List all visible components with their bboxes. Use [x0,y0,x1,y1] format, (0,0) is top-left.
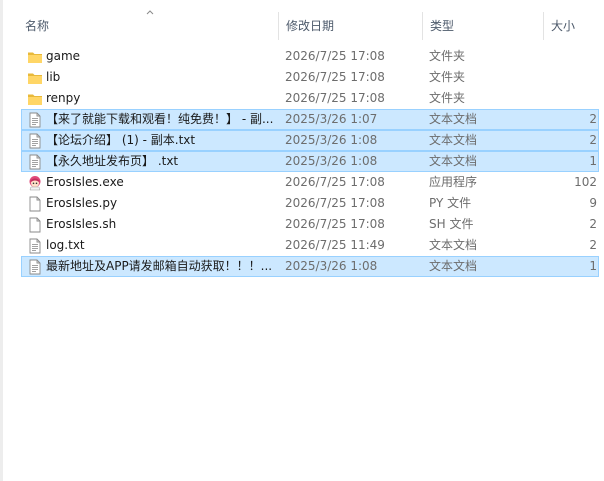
file-name: 【来了就能下载和观看！纯免费！】 - 副... [46,112,274,126]
blank-file-icon [27,217,43,233]
file-size [542,68,597,87]
folder-icon [27,70,43,86]
file-type: PY 文件 [429,196,472,210]
file-row[interactable]: ErosIsles.sh 2026/7/25 17:08 SH 文件 2 [21,214,599,235]
file-name: ErosIsles.sh [46,217,117,231]
file-type: 文件夹 [429,91,466,105]
file-size: 2 [589,217,597,231]
file-row[interactable]: game 2026/7/25 17:08 文件夹 [21,46,599,67]
file-type: 文本文档 [429,259,478,273]
column-header-bar: 名称 修改日期 类型 大小 [0,0,604,50]
file-type: 文本文档 [429,238,478,252]
file-modified-date: 2026/7/25 17:08 [285,217,385,231]
app-character-icon [27,175,43,191]
file-row[interactable]: 最新地址及APP请发邮箱自动获取！！！... 2025/3/26 1:08 文本文档… [21,256,599,277]
column-divider[interactable] [543,12,544,40]
file-row[interactable]: 【来了就能下载和观看！纯免费！】 - 副... 2025/3/26 1:07 文本文… [21,109,599,130]
file-modified-date: 2026/7/25 17:08 [285,70,385,84]
file-row[interactable]: renpy 2026/7/25 17:08 文件夹 [21,88,599,109]
file-modified-date: 2025/3/26 1:08 [285,154,378,168]
file-type: 应用程序 [429,175,478,189]
file-name: lib [46,70,61,84]
file-name: ErosIsles.exe [46,175,124,189]
file-name: log.txt [46,238,85,252]
file-type: 文本文档 [429,112,478,126]
file-modified-date: 2026/7/25 17:08 [285,91,385,105]
file-modified-date: 2025/3/26 1:08 [285,133,378,147]
file-list: game 2026/7/25 17:08 文件夹 lib 2026/7/25 17:08… [0,46,604,277]
file-type: 文件夹 [429,70,466,84]
file-name: game [46,49,81,63]
file-name: 【永久地址发布页】 .txt [46,154,179,168]
file-name: renpy [46,91,81,105]
file-modified-date: 2026/7/25 17:08 [285,49,385,63]
file-row[interactable]: ErosIsles.exe 2026/7/25 17:08 应用程序 102 [21,172,599,193]
column-header-date-label: 修改日期 [286,18,335,33]
file-type: 文本文档 [429,154,478,168]
file-row[interactable]: log.txt 2026/7/25 11:49 文本文档 2 [21,235,599,256]
column-header-date[interactable]: 修改日期 [280,0,421,50]
file-size: 1 [589,154,597,168]
file-size: 2 [589,238,597,252]
file-size: 1 [589,259,597,273]
blank-file-icon [27,196,43,212]
text-file-icon [27,112,43,128]
folder-icon [27,91,43,107]
file-row[interactable]: 【永久地址发布页】 .txt 2025/3/26 1:08 文本文档 1 [21,151,599,172]
file-name: ErosIsles.py [46,196,118,210]
column-divider[interactable] [422,12,423,40]
column-header-type-label: 类型 [430,18,455,33]
file-name: 【论坛介绍】 (1) - 副本.txt [46,133,196,147]
text-file-icon [27,259,43,275]
file-type: 文本文档 [429,133,478,147]
column-header-name[interactable]: 名称 [19,0,277,50]
file-row[interactable]: lib 2026/7/25 17:08 文件夹 [21,67,599,88]
column-divider[interactable] [278,12,279,40]
file-list-pane: 名称 修改日期 类型 大小 game 2026/7/25 17:08 文件夹 lib 2… [0,0,604,481]
file-size: 2 [589,112,597,126]
file-modified-date: 2025/3/26 1:08 [285,259,378,273]
column-header-size[interactable]: 大小 [545,0,604,50]
file-modified-date: 2026/7/25 17:08 [285,175,385,189]
file-modified-date: 2026/7/25 17:08 [285,196,385,210]
file-name: 最新地址及APP请发邮箱自动获取！！！... [46,259,273,273]
text-file-icon [27,154,43,170]
column-header-size-label: 大小 [551,18,576,33]
text-file-icon [27,133,43,149]
column-header-name-label: 名称 [25,18,50,33]
folder-icon [27,49,43,65]
file-size [542,47,597,66]
file-type: SH 文件 [429,217,474,231]
file-row[interactable]: 【论坛介绍】 (1) - 副本.txt 2025/3/26 1:08 文本文档 2 [21,130,599,151]
file-row[interactable]: ErosIsles.py 2026/7/25 17:08 PY 文件 9 [21,193,599,214]
column-header-type[interactable]: 类型 [424,0,542,50]
text-file-icon [27,238,43,254]
file-size: 2 [589,133,597,147]
file-size: 102 [574,175,597,189]
file-size: 9 [589,196,597,210]
file-type: 文件夹 [429,49,466,63]
file-size [542,89,597,108]
file-modified-date: 2026/7/25 11:49 [285,238,385,252]
file-modified-date: 2025/3/26 1:07 [285,112,378,126]
